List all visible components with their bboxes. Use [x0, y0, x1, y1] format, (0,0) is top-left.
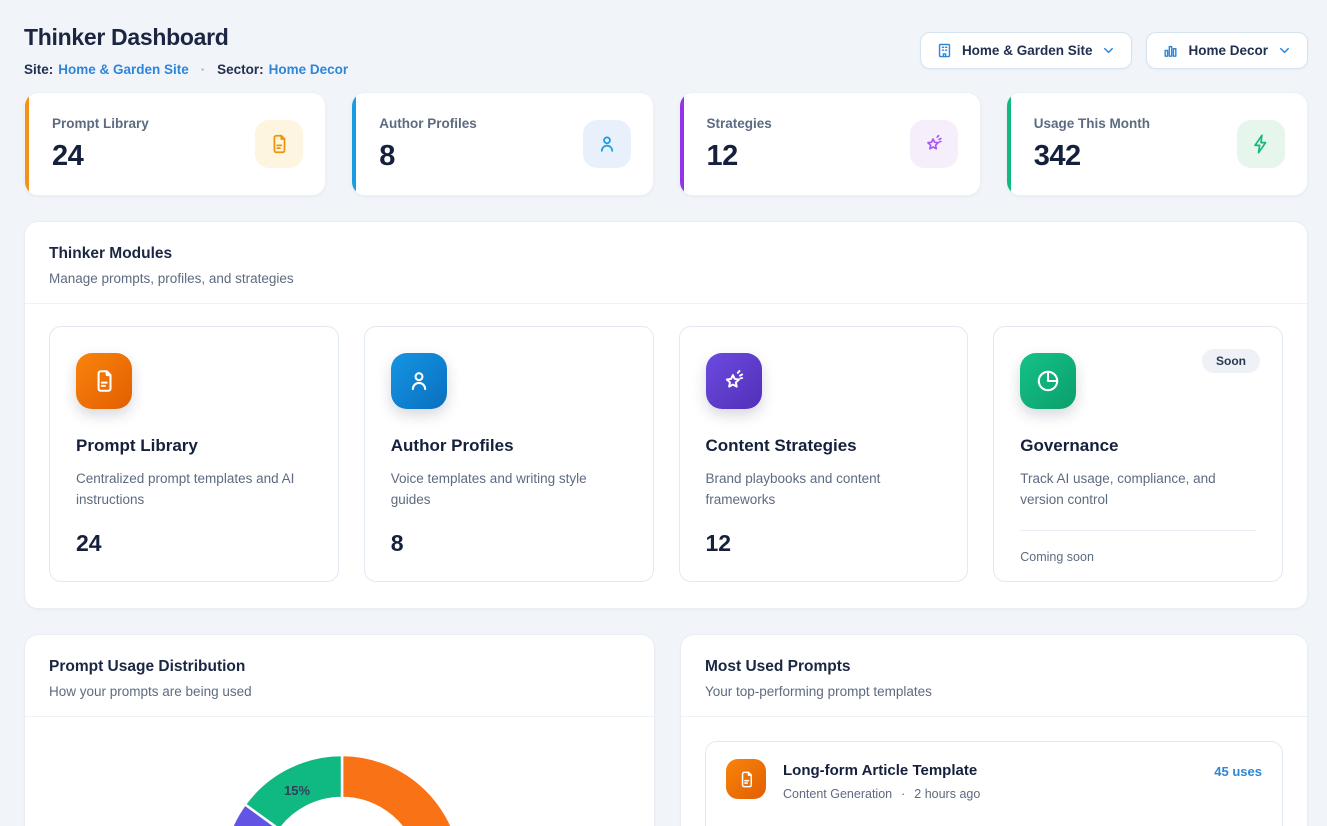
usage-panel-subtitle: How your prompts are being used [49, 684, 630, 699]
prompts-panel-header: Most Used Prompts Your top-performing pr… [681, 635, 1307, 716]
module-card-governance[interactable]: Soon Governance Track AI usage, complian… [993, 326, 1283, 582]
stat-label: Usage This Month [1034, 116, 1150, 131]
stat-text: Strategies 12 [707, 116, 772, 173]
header-left: Thinker Dashboard Site: Home & Garden Si… [24, 24, 348, 77]
stat-value: 24 [52, 140, 149, 173]
module-description: Track AI usage, compliance, and version … [1020, 469, 1256, 511]
sector-selector-button[interactable]: Home Decor [1146, 32, 1308, 69]
donut-chart-svg: 15% [25, 717, 654, 826]
dot-separator: · [901, 787, 905, 801]
module-title: Author Profiles [391, 436, 627, 456]
document-icon [255, 120, 303, 168]
module-card-author-profiles[interactable]: Author Profiles Voice templates and writ… [364, 326, 654, 582]
module-count: 24 [76, 530, 312, 557]
user-icon [583, 120, 631, 168]
most-used-prompts-panel: Most Used Prompts Your top-performing pr… [680, 634, 1308, 826]
prompt-list: Long-form Article Template Content Gener… [681, 717, 1307, 826]
module-description: Centralized prompt templates and AI inst… [76, 469, 312, 511]
breadcrumb: Site: Home & Garden Site · Sector: Home … [24, 62, 348, 77]
stat-value: 12 [707, 140, 772, 173]
usage-panel-header: Prompt Usage Distribution How your promp… [25, 635, 654, 716]
soon-badge: Soon [1202, 349, 1260, 373]
donut-chart: 15% [25, 717, 654, 826]
list-item[interactable]: Long-form Article Template Content Gener… [705, 741, 1283, 826]
stat-text: Prompt Library 24 [52, 116, 149, 173]
site-selector-label: Home & Garden Site [962, 43, 1093, 58]
prompt-item-text: Long-form Article Template Content Gener… [783, 759, 980, 826]
modules-panel: Thinker Modules Manage prompts, profiles… [24, 221, 1308, 609]
prompt-item-meta: Content Generation · 2 hours ago [783, 787, 980, 801]
usage-distribution-panel: Prompt Usage Distribution How your promp… [24, 634, 655, 826]
site-link[interactable]: Home & Garden Site [58, 62, 189, 77]
stat-text: Author Profiles 8 [379, 116, 477, 173]
sector-label: Sector: [217, 62, 264, 77]
modules-grid: Prompt Library Centralized prompt templa… [25, 304, 1307, 608]
modules-title: Thinker Modules [49, 245, 1283, 263]
building-icon [936, 42, 953, 59]
chevron-down-icon [1277, 43, 1292, 58]
prompts-panel-title: Most Used Prompts [705, 658, 1283, 676]
chevron-down-icon [1101, 43, 1116, 58]
module-card-content-strategies[interactable]: Content Strategies Brand playbooks and c… [679, 326, 969, 582]
donut-slice-label: 15% [284, 783, 310, 798]
pie-chart-icon [1020, 353, 1076, 409]
stat-card-strategies: Strategies 12 [679, 92, 981, 196]
star-sparkle-icon [706, 353, 762, 409]
donut-slice-orange[interactable] [342, 755, 462, 826]
stat-card-author-profiles: Author Profiles 8 [351, 92, 653, 196]
header-actions: Home & Garden Site Home Decor [920, 32, 1308, 69]
module-card-prompt-library[interactable]: Prompt Library Centralized prompt templa… [49, 326, 339, 582]
stat-card-usage: Usage This Month 342 [1006, 92, 1308, 196]
stat-value: 342 [1034, 140, 1150, 173]
stat-label: Strategies [707, 116, 772, 131]
dashboard-screen: Thinker Dashboard Site: Home & Garden Si… [0, 0, 1327, 826]
site-label: Site: [24, 62, 53, 77]
module-title: Content Strategies [706, 436, 942, 456]
dot-separator: · [201, 62, 205, 77]
divider [1020, 530, 1256, 531]
stat-text: Usage This Month 342 [1034, 116, 1150, 173]
modules-subtitle: Manage prompts, profiles, and strategies [49, 271, 1283, 286]
module-title: Governance [1020, 436, 1256, 456]
document-icon [726, 759, 766, 799]
coming-soon-text: Coming soon [1020, 550, 1256, 564]
stat-card-prompt-library: Prompt Library 24 [24, 92, 326, 196]
stat-label: Prompt Library [52, 116, 149, 131]
star-sparkle-icon [910, 120, 958, 168]
module-description: Brand playbooks and content frameworks [706, 469, 942, 511]
prompt-item-category: Content Generation [783, 787, 892, 801]
user-icon [391, 353, 447, 409]
document-icon [76, 353, 132, 409]
page-title: Thinker Dashboard [24, 24, 348, 51]
module-count: 8 [391, 530, 627, 557]
modules-header: Thinker Modules Manage prompts, profiles… [25, 222, 1307, 303]
stat-value: 8 [379, 140, 477, 173]
prompt-item-time: 2 hours ago [914, 787, 980, 801]
prompts-panel-subtitle: Your top-performing prompt templates [705, 684, 1283, 699]
prompt-item-uses-badge: 45 uses [1214, 764, 1262, 826]
bottom-row: Prompt Usage Distribution How your promp… [24, 634, 1308, 826]
usage-panel-title: Prompt Usage Distribution [49, 658, 630, 676]
module-title: Prompt Library [76, 436, 312, 456]
site-selector-button[interactable]: Home & Garden Site [920, 32, 1133, 69]
sector-link[interactable]: Home Decor [269, 62, 349, 77]
stats-row: Prompt Library 24 Author Profiles 8 Stra… [24, 92, 1308, 196]
module-description: Voice templates and writing style guides [391, 469, 627, 511]
prompt-item-title: Long-form Article Template [783, 762, 980, 779]
module-count: 12 [706, 530, 942, 557]
bolt-icon [1237, 120, 1285, 168]
sector-selector-label: Home Decor [1188, 43, 1268, 58]
bar-chart-icon [1162, 42, 1179, 59]
page-header: Thinker Dashboard Site: Home & Garden Si… [24, 24, 1308, 77]
stat-label: Author Profiles [379, 116, 477, 131]
